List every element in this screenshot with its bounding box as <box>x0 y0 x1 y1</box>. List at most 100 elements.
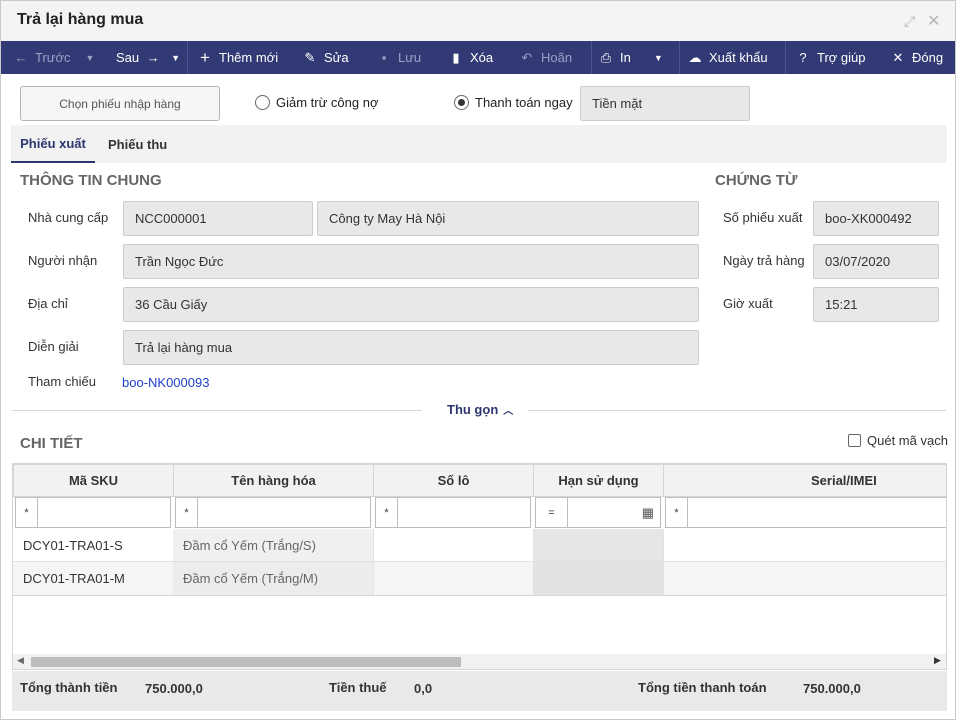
chevron-down-icon: ▼ <box>171 52 181 63</box>
toolbar-divider <box>679 41 680 74</box>
section-voucher-heading: CHỨNG TỪ <box>715 172 798 189</box>
save-label: Lưu <box>398 50 422 65</box>
total-amount-value: 750.000,0 <box>145 681 203 696</box>
scroll-left-icon[interactable]: ◀ <box>17 655 24 666</box>
voucher-no-field[interactable]: boo-XK000492 <box>813 201 939 236</box>
toolbar: ← Trước ▼ Sau → ▼ + Thêm mới ✎ Sửa ▪ Lưu ▮ Xóa ↶… <box>1 41 955 74</box>
return-date-field[interactable]: 03/07/2020 <box>813 244 939 279</box>
collapse-toggle[interactable]: Thu gọn ︿ <box>447 402 513 417</box>
close-label: Đóng <box>912 50 944 65</box>
dialog-title: Trả lại hàng mua <box>17 11 144 28</box>
edit-button[interactable]: ✎ Sửa <box>303 41 349 74</box>
column-header-name[interactable]: Tên hàng hóa <box>173 464 374 497</box>
checkbox-box <box>848 434 861 447</box>
filter-op[interactable]: * <box>176 498 198 527</box>
select-receipt-button[interactable]: Chọn phiếu nhập hàng <box>20 86 220 121</box>
scan-barcode-checkbox[interactable]: Quét mã vạch <box>848 433 948 448</box>
horizontal-scrollbar[interactable]: ◀ ▶ <box>13 654 946 669</box>
prev-label: Trước <box>35 50 71 65</box>
chevron-up-icon: ︿ <box>503 406 514 417</box>
calendar-icon[interactable]: ▦ <box>642 505 654 521</box>
total-amount-label: Tổng thành tiền <box>20 680 118 695</box>
column-header-sku[interactable]: Mã SKU <box>13 464 174 497</box>
filter-expiry[interactable]: = ▦ <box>535 497 661 528</box>
column-header-lot[interactable]: Số lô <box>373 464 534 497</box>
print-button[interactable]: ⎙ In ▼ <box>599 41 663 74</box>
export-time-field[interactable]: 15:21 <box>813 287 939 322</box>
maximize-icon[interactable]: ⤢ <box>904 13 915 30</box>
column-header-expiry[interactable]: Hạn sử dụng <box>533 464 664 497</box>
supplier-name-field[interactable]: Công ty May Hà Nội <box>317 201 699 236</box>
filter-sku[interactable]: * <box>15 497 171 528</box>
radio-pay-now[interactable]: Thanh toán ngay <box>454 95 573 110</box>
trash-icon: ▮ <box>452 49 460 65</box>
close-icon[interactable]: ✕ <box>927 11 940 31</box>
scan-barcode-label: Quét mã vạch <box>867 433 948 448</box>
receiver-field[interactable]: Trần Ngọc Đức <box>123 244 699 279</box>
close-button[interactable]: ✕ Đóng <box>891 41 944 74</box>
filter-serial[interactable]: * <box>665 497 946 528</box>
radio-debt-reduction[interactable]: Giảm trừ công nợ <box>255 95 378 110</box>
save-button[interactable]: ▪ Lưu <box>377 41 421 74</box>
filter-name[interactable]: * <box>175 497 371 528</box>
radio-circle-checked <box>454 95 469 110</box>
radio-debt-label: Giảm trừ công nợ <box>276 95 379 110</box>
cell-sku: DCY01-TRA01-M <box>23 571 125 586</box>
note-label: Diễn giải <box>28 339 79 354</box>
cell-lot[interactable] <box>373 529 533 561</box>
table-row[interactable]: DCY01-TRA01-M Đầm cổ Yếm (Trắng/M) <box>13 562 946 596</box>
cell-expiry[interactable] <box>533 562 663 595</box>
help-button[interactable]: ? Trợ giúp <box>796 41 865 74</box>
chevron-down-icon: ▼ <box>85 52 95 63</box>
pencil-icon: ✎ <box>304 49 316 65</box>
scroll-right-icon[interactable]: ▶ <box>934 655 941 666</box>
add-label: Thêm mới <box>219 50 279 65</box>
filter-lot[interactable]: * <box>375 497 531 528</box>
payment-method-field[interactable]: Tiền mặt <box>580 86 750 121</box>
note-field[interactable]: Trả lại hàng mua <box>123 330 699 365</box>
delete-button[interactable]: ▮ Xóa <box>449 41 493 74</box>
divider-line <box>528 410 946 411</box>
section-detail-heading: CHI TIẾT <box>20 435 83 452</box>
filter-op[interactable]: = <box>536 498 568 527</box>
cell-serial[interactable] <box>663 529 946 561</box>
voucher-no-label: Số phiếu xuất <box>723 210 803 225</box>
supplier-label: Nhà cung cấp <box>28 210 109 225</box>
toolbar-divider <box>785 41 786 74</box>
reference-link[interactable]: boo-NK000093 <box>122 375 209 390</box>
table-row[interactable]: DCY01-TRA01-S Đầm cổ Yếm (Trắng/S) <box>13 529 946 562</box>
column-header-serial[interactable]: Serial/IMEI <box>663 464 946 497</box>
section-general-heading: THÔNG TIN CHUNG <box>20 172 162 189</box>
reference-label: Tham chiếu <box>28 374 96 389</box>
filter-op[interactable]: * <box>666 498 688 527</box>
export-button[interactable]: ☁ Xuất khẩu <box>688 41 768 74</box>
cell-serial[interactable] <box>663 562 946 595</box>
payment-total-value: 750.000,0 <box>803 681 861 696</box>
next-label: Sau <box>116 50 140 65</box>
add-button[interactable]: + Thêm mới <box>198 41 278 74</box>
arrow-right-icon: → <box>146 50 160 65</box>
export-label: Xuất khẩu <box>709 50 768 65</box>
address-field[interactable]: 36 Cầu Giấy <box>123 287 699 322</box>
cell-expiry[interactable] <box>533 529 663 561</box>
title-bar <box>1 1 955 41</box>
dialog-window: Trả lại hàng mua ⤢ ✕ ← Trước ▼ Sau → ▼ + Thêm… <box>0 0 956 720</box>
tab-bar: Phiếu xuất Phiếu thu <box>11 125 947 163</box>
cell-lot[interactable] <box>373 562 533 595</box>
scrollbar-thumb[interactable] <box>31 657 461 667</box>
next-button[interactable]: Sau → ▼ <box>116 41 180 74</box>
plus-icon: + <box>200 47 210 67</box>
floppy-icon: ▪ <box>381 50 387 65</box>
filter-op[interactable]: * <box>376 498 398 527</box>
cell-name: Đầm cổ Yếm (Trắng/M) <box>173 562 373 595</box>
filter-op[interactable]: * <box>16 498 38 527</box>
undo-label: Hoãn <box>541 50 573 65</box>
tab-export-slip[interactable]: Phiếu xuất <box>11 125 95 163</box>
supplier-code-field[interactable]: NCC000001 <box>123 201 313 236</box>
payment-total-label: Tổng tiền thanh toán <box>638 680 767 695</box>
address-label: Địa chỉ <box>28 296 68 311</box>
prev-button[interactable]: ← Trước ▼ <box>14 41 95 74</box>
undo-button[interactable]: ↶ Hoãn <box>520 41 573 74</box>
tab-receipt[interactable]: Phiếu thu <box>108 125 167 163</box>
print-label: In <box>620 50 631 65</box>
